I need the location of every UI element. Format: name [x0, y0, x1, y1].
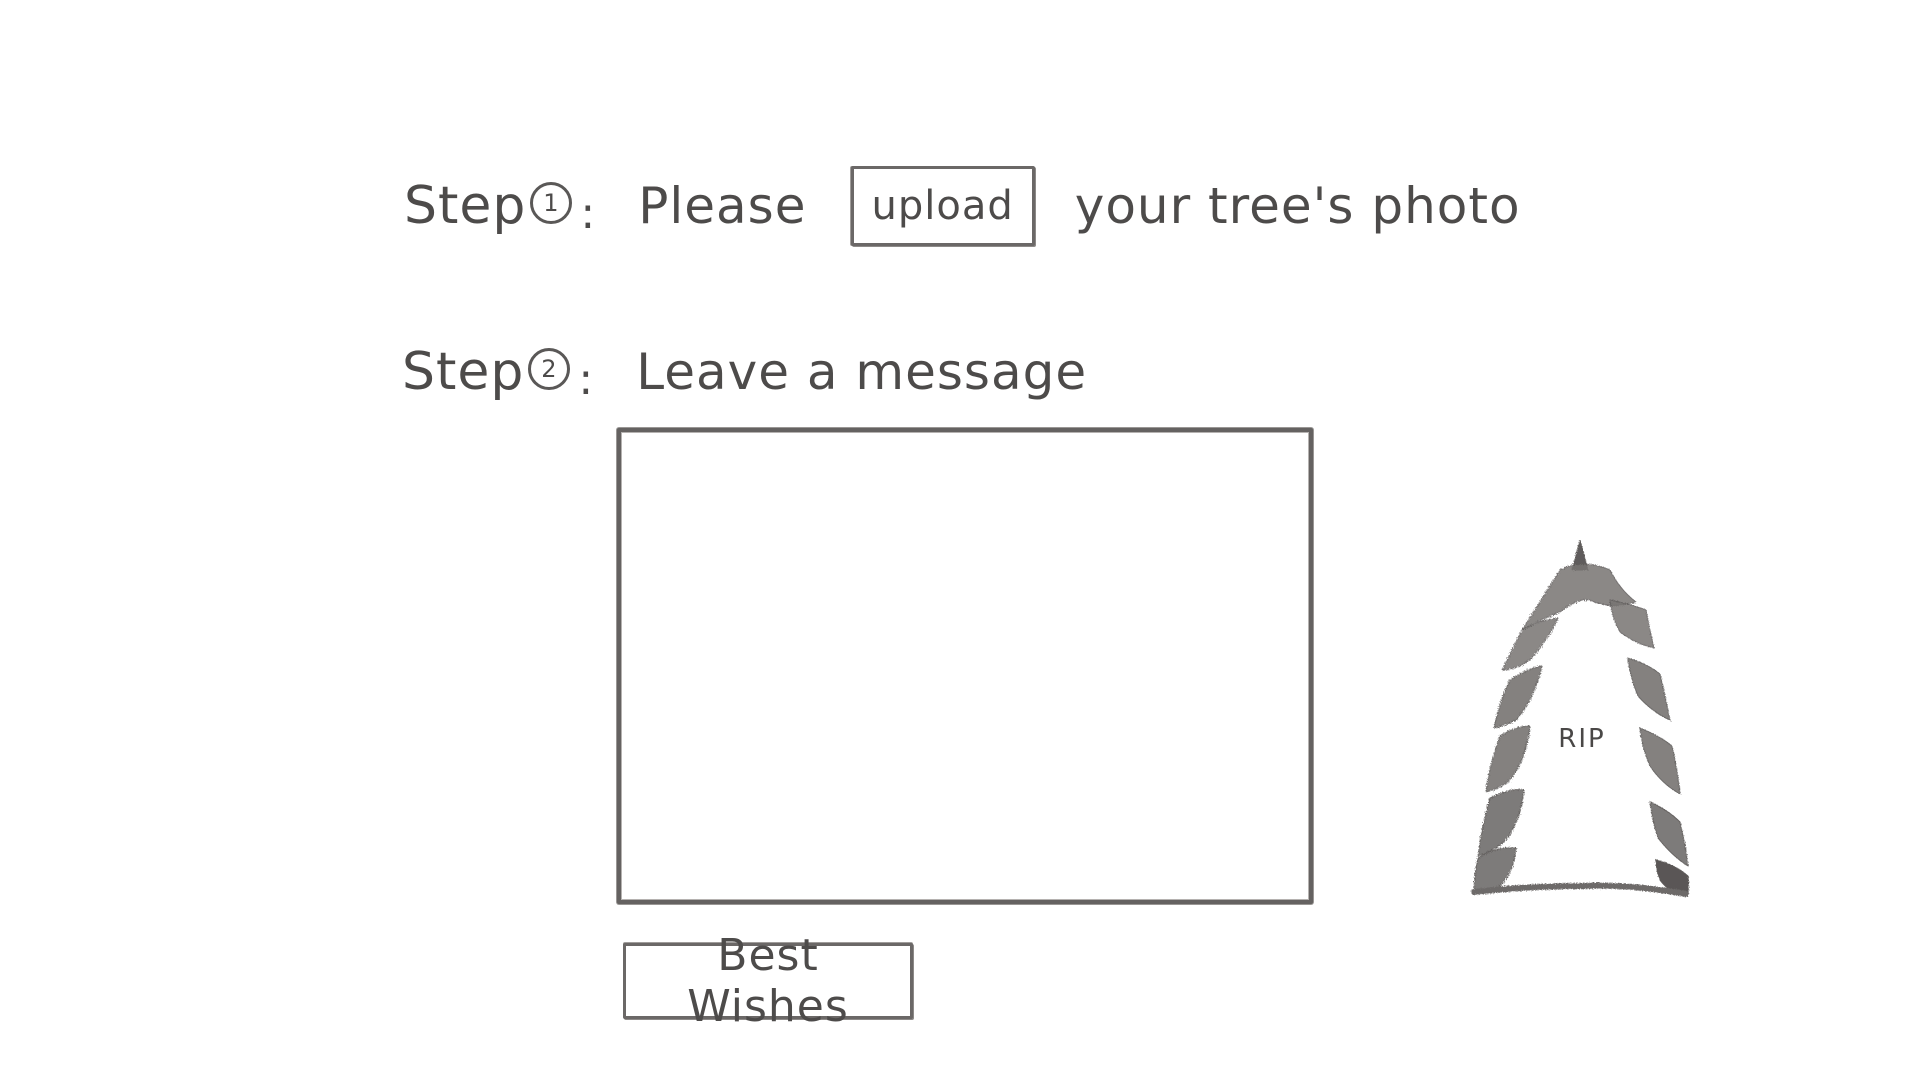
best-wishes-button[interactable]: Best Wishes	[623, 930, 913, 1032]
step-2-label: Step 2 :	[402, 340, 594, 405]
step-2-text: Leave a message	[636, 343, 1088, 401]
message-input[interactable]	[617, 428, 1313, 904]
step-2-colon: :	[578, 353, 595, 405]
step-1-label: Step 1 :	[404, 174, 596, 239]
upload-button[interactable]: upload	[850, 166, 1035, 246]
step-2-row: Step 2 : Leave a message	[402, 334, 1087, 410]
step-1-colon: :	[580, 187, 597, 239]
rip-label: RIP	[1558, 724, 1606, 754]
step-1-word: Step	[404, 176, 527, 236]
step-1-suffix-text: your tree's photo	[1074, 177, 1521, 235]
step-2-word: Step	[402, 342, 525, 402]
step-1-prefix-text: Please	[638, 177, 807, 235]
step-1-row: Step 1 : Please upload your tree's photo	[404, 166, 1521, 246]
step-2-number: 2	[528, 348, 571, 390]
step-1-number: 1	[530, 182, 573, 224]
